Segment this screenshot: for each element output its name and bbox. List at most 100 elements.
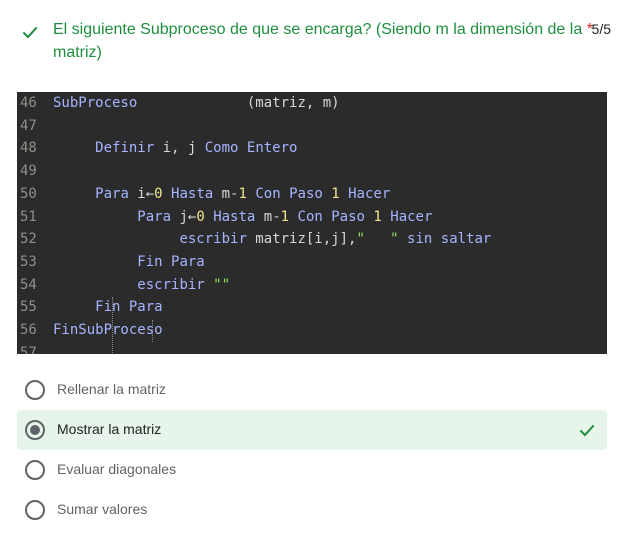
code-line: 54 escribir "" <box>17 274 607 297</box>
code-token: 0 <box>154 185 163 202</box>
option-label: Mostrar la matriz <box>57 421 162 437</box>
code-text: SubProceso (matriz, m) <box>53 92 340 115</box>
code-text: Fin Para <box>53 251 205 274</box>
option-label: Rellenar la matriz <box>57 381 166 397</box>
line-number: 56 <box>20 322 37 338</box>
code-token: Hasta <box>213 208 256 225</box>
code-token: escribir <box>179 231 247 248</box>
code-token: Para <box>137 208 172 225</box>
code-token: Hacer <box>390 208 433 225</box>
question-score: 5/5 <box>591 21 611 37</box>
code-token: FinSubProceso <box>53 322 163 338</box>
code-token: m- <box>213 185 239 202</box>
code-token: 1 <box>280 208 290 225</box>
code-token: "" <box>213 276 231 293</box>
code-line: 49 <box>17 160 607 183</box>
line-number: 51 <box>20 208 37 225</box>
code-token: Hacer <box>348 185 391 202</box>
line-number: 52 <box>20 231 37 248</box>
radio-unchecked[interactable] <box>25 500 45 520</box>
code-text: Definir i, j Como Entero <box>53 137 297 160</box>
code-token: Con Paso <box>297 208 365 225</box>
options-list: Rellenar la matriz Mostrar la matriz Evalu… <box>17 370 607 530</box>
check-icon <box>22 26 38 39</box>
line-number: 48 <box>20 140 37 157</box>
code-line: 50 Para i←0 Hasta m-1 Con Paso 1 Hacer <box>17 183 607 206</box>
code-text: Fin Para <box>53 296 163 319</box>
code-text: FinSubProceso <box>53 319 163 342</box>
code-token: 1 <box>373 208 382 225</box>
code-token: Para <box>95 185 129 202</box>
code-token: " " <box>356 231 399 248</box>
code-token: 1 <box>238 185 247 202</box>
code-token: matriz[i,j], <box>246 231 357 248</box>
option-4[interactable]: Sumar valores <box>17 490 607 530</box>
code-token: 1 <box>331 185 340 202</box>
line-number: 54 <box>20 276 37 293</box>
code-line: 53 Fin Para <box>17 251 607 274</box>
option-3[interactable]: Evaluar diagonales <box>17 450 607 490</box>
code-token: Hasta <box>171 185 214 202</box>
code-token: SubProceso <box>53 95 138 111</box>
code-token: Fin Para <box>137 253 205 270</box>
code-line: 46 SubProceso (matriz, m) <box>17 92 607 115</box>
code-image: 46 SubProceso (matriz, m) 47 48 Definir i, … <box>17 92 607 354</box>
code-token: Fin Para <box>95 299 163 316</box>
code-token: Con Paso <box>255 185 323 202</box>
code-token: escribir <box>137 276 205 293</box>
code-token: Definir <box>95 140 155 157</box>
code-line: 48 Definir i, j Como Entero <box>17 137 607 160</box>
code-token: Como Entero <box>204 140 298 157</box>
question-title-line1: El siguiente Subproceso de que se encarg… <box>53 21 583 38</box>
code-text: Para j←0 Hasta m-1 Con Paso 1 Hacer <box>53 206 432 229</box>
code-line: 55 Fin Para <box>17 296 607 319</box>
code-token: j← <box>171 208 197 225</box>
option-1[interactable]: Rellenar la matriz <box>17 370 607 410</box>
line-number: 47 <box>20 117 37 134</box>
line-number: 55 <box>20 299 37 316</box>
code-line: 52 escribir matriz[i,j]," " sin saltar <box>17 228 607 251</box>
option-label: Evaluar diagonales <box>57 461 177 477</box>
code-token: (matriz, m) <box>137 95 340 111</box>
code-token: i, j <box>154 140 205 157</box>
code-line: 47 <box>17 115 607 138</box>
code-text: Para i←0 Hasta m-1 Con Paso 1 Hacer <box>53 183 390 206</box>
question-header: El siguiente Subproceso de que se encarg… <box>0 0 625 80</box>
line-number: 50 <box>20 185 37 202</box>
radio-unchecked[interactable] <box>25 380 45 400</box>
radio-unchecked[interactable] <box>25 460 45 480</box>
line-number: 53 <box>20 253 37 270</box>
line-number: 46 <box>20 95 37 111</box>
line-number: 57 <box>20 344 37 354</box>
code-line: 56 FinSubProceso <box>17 319 607 342</box>
code-text: escribir matriz[i,j]," " sin saltar <box>53 228 491 251</box>
code-token: 0 <box>196 208 205 225</box>
question-title-line2: matriz) <box>53 44 102 61</box>
code-token: sin saltar <box>407 231 492 248</box>
radio-checked[interactable] <box>25 420 45 440</box>
option-2[interactable]: Mostrar la matriz <box>17 410 607 450</box>
code-text: escribir "" <box>53 274 230 297</box>
question-title: El siguiente Subproceso de que se encarg… <box>53 18 593 64</box>
correct-check-icon <box>579 424 595 437</box>
code-token: i← <box>128 185 155 202</box>
option-label: Sumar valores <box>57 501 148 517</box>
code-line: 51 Para j←0 Hasta m-1 Con Paso 1 Hacer <box>17 206 607 229</box>
code-token: m- <box>255 208 281 225</box>
code-line: 57 <box>17 342 607 354</box>
line-number: 49 <box>20 163 37 180</box>
